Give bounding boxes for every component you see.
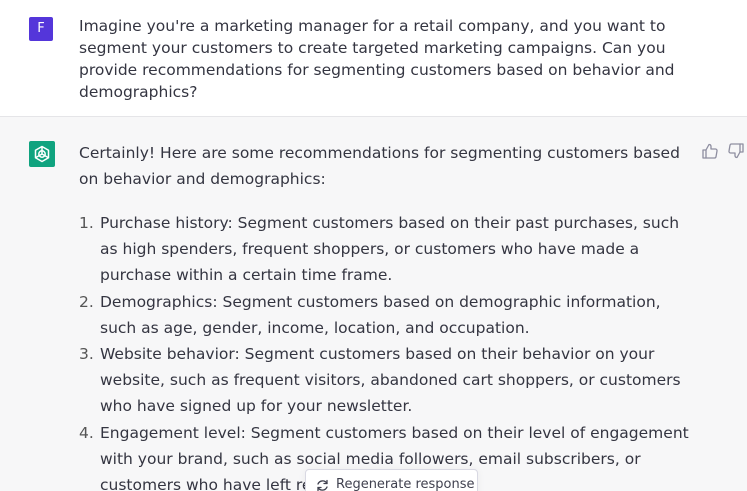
chat-thread: F Imagine you're a marketing manager for…: [0, 0, 747, 491]
user-message: F Imagine you're a marketing manager for…: [0, 0, 747, 117]
regenerate-response-button[interactable]: Regenerate response: [305, 469, 478, 491]
thumbs-down-icon[interactable]: [727, 142, 745, 160]
assistant-avatar: [29, 141, 55, 167]
list-number: 2.: [79, 292, 94, 311]
list-number: 4.: [79, 423, 94, 442]
thumbs-up-icon[interactable]: [701, 142, 719, 160]
openai-logo-icon: [34, 145, 50, 163]
list-item-text: Demographics: Segment customers based on…: [100, 292, 661, 337]
assistant-message: Certainly! Here are some recommendations…: [0, 117, 747, 491]
list-item-text: Purchase history: Segment customers base…: [100, 214, 680, 285]
list-item-text: Website behavior: Segment customers base…: [100, 345, 681, 416]
list-item: 1. Purchase history: Segment customers b…: [79, 210, 691, 289]
assistant-intro: Certainly! Here are some recommendations…: [79, 144, 680, 188]
list-number: 1.: [79, 214, 94, 232]
user-message-text: Imagine you're a marketing manager for a…: [79, 17, 675, 101]
refresh-icon: [317, 479, 328, 491]
list-item: 2. Demographics: Segment customers based…: [79, 289, 691, 341]
recommendation-list: 1. Purchase history: Segment customers b…: [79, 210, 691, 491]
user-avatar: F: [29, 17, 53, 41]
regenerate-label: Regenerate response: [336, 477, 475, 491]
list-item: 3. Website behavior: Segment customers b…: [79, 341, 691, 420]
list-number: 3.: [79, 345, 94, 364]
